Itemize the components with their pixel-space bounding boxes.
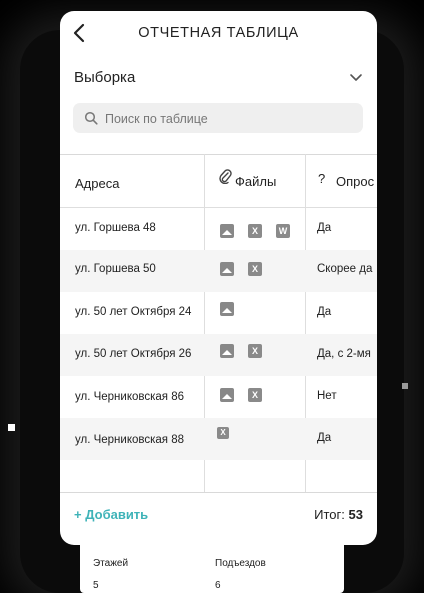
survey-cell: Нет bbox=[317, 390, 337, 402]
table-row[interactable]: ул. 50 лет Октября 26 X Да, с 2-мя bbox=[60, 334, 377, 376]
image-file-icon[interactable] bbox=[220, 262, 234, 276]
search-input[interactable] bbox=[103, 109, 357, 129]
total-value: 53 bbox=[348, 507, 363, 522]
add-button[interactable]: + Добавить bbox=[74, 507, 148, 522]
excel-file-icon[interactable]: X bbox=[248, 224, 262, 238]
survey-cell: Да bbox=[317, 306, 332, 318]
paperclip-icon bbox=[219, 169, 232, 184]
table-row[interactable]: ул. Черниковская 86 X Нет bbox=[60, 376, 377, 418]
decor-dot bbox=[8, 424, 15, 431]
table-row[interactable]: ул. Горшева 50 X Скорее да bbox=[60, 250, 377, 292]
survey-cell: Скорее да bbox=[317, 263, 373, 275]
entrances-label: Подъездов bbox=[215, 558, 266, 569]
image-file-icon[interactable] bbox=[220, 224, 234, 238]
chevron-down-icon[interactable] bbox=[349, 73, 363, 83]
survey-cell: Да bbox=[317, 222, 332, 234]
column-header-survey[interactable]: Опрос bbox=[336, 174, 374, 189]
survey-cell: Да bbox=[317, 432, 332, 444]
card-header: ОТЧЕТНАЯ ТАБЛИЦА bbox=[60, 11, 377, 55]
floors-value: 5 bbox=[93, 580, 99, 591]
word-file-icon[interactable]: W bbox=[276, 224, 290, 238]
excel-file-icon[interactable]: X bbox=[248, 262, 262, 276]
entrances-value: 6 bbox=[215, 580, 221, 591]
table-row[interactable]: ул. Черниковская 88 X Да bbox=[60, 418, 377, 460]
question-icon: ? bbox=[318, 171, 326, 186]
divider bbox=[60, 154, 377, 155]
total-label: Итог: bbox=[314, 507, 345, 522]
address-cell: ул. Черниковская 88 bbox=[75, 434, 185, 446]
column-header-address[interactable]: Адреса bbox=[75, 176, 119, 191]
total-summary: Итог: 53 bbox=[314, 507, 363, 522]
excel-file-icon[interactable]: X bbox=[248, 344, 262, 358]
image-file-icon[interactable] bbox=[220, 302, 234, 316]
table-row[interactable]: ул. 50 лет Октября 24 Да bbox=[60, 292, 377, 334]
selection-dropdown-label[interactable]: Выборка bbox=[74, 69, 135, 86]
address-cell: ул. 50 лет Октября 24 bbox=[75, 306, 192, 318]
report-table: Адреса Файлы ? Опрос ул. Горшева 48 X W … bbox=[60, 154, 377, 492]
column-header-files[interactable]: Файлы bbox=[235, 174, 276, 189]
excel-file-icon[interactable]: X bbox=[217, 427, 229, 439]
divider bbox=[60, 492, 377, 493]
address-cell: ул. Горшева 48 bbox=[75, 222, 156, 234]
address-cell: ул. 50 лет Октября 26 bbox=[75, 348, 192, 360]
search-bar[interactable] bbox=[73, 103, 363, 133]
address-cell: ул. Черниковская 86 bbox=[75, 391, 185, 403]
address-cell: ул. Горшева 50 bbox=[75, 263, 156, 275]
report-card: ОТЧЕТНАЯ ТАБЛИЦА Выборка Адреса Файлы ? … bbox=[60, 11, 377, 545]
decor-dot bbox=[402, 383, 408, 389]
table-row[interactable]: ул. Горшева 48 X W Да bbox=[60, 208, 377, 250]
image-file-icon[interactable] bbox=[220, 388, 234, 402]
survey-cell: Да, с 2-мя bbox=[317, 348, 371, 360]
search-icon bbox=[84, 111, 98, 125]
page-title: ОТЧЕТНАЯ ТАБЛИЦА bbox=[138, 25, 299, 41]
excel-file-icon[interactable]: X bbox=[248, 388, 262, 402]
floors-label: Этажей bbox=[93, 558, 129, 569]
image-file-icon[interactable] bbox=[220, 344, 234, 358]
